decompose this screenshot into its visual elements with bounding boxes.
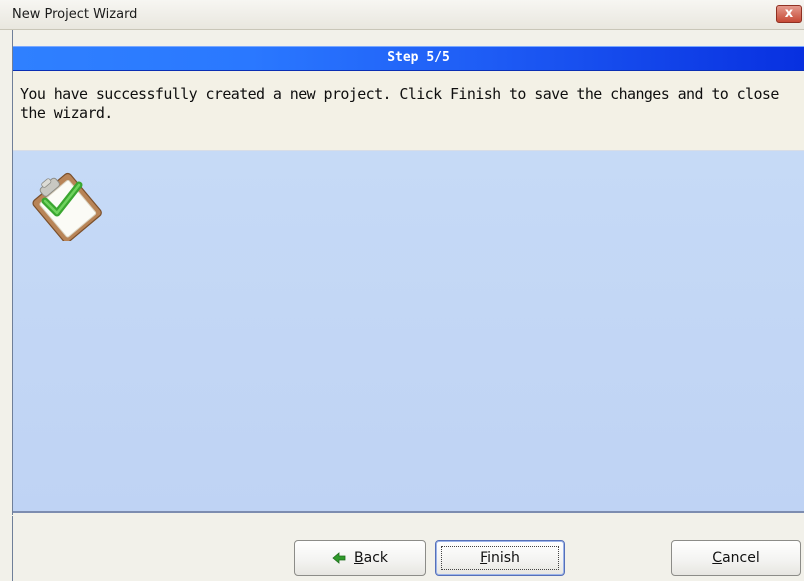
cancel-button[interactable]: Cancel — [671, 540, 801, 576]
back-label: Back — [354, 550, 388, 566]
wizard-window: New Project Wizard x Step 5/5 You have s… — [0, 0, 804, 581]
title-bar[interactable]: New Project Wizard x — [0, 0, 804, 30]
wizard-frame: Step 5/5 You have successfully created a… — [12, 30, 804, 515]
completion-message: You have successfully created a new proj… — [20, 85, 779, 122]
content-panel — [13, 151, 804, 513]
finish-button[interactable]: Finish — [435, 540, 565, 576]
close-button[interactable]: x — [776, 5, 802, 23]
step-indicator: Step 5/5 — [387, 50, 450, 65]
step-banner: Step 5/5 — [13, 46, 804, 71]
cancel-label: Cancel — [712, 550, 760, 566]
message-panel: You have successfully created a new proj… — [13, 71, 804, 151]
green-back-arrow-icon — [332, 552, 346, 564]
window-title: New Project Wizard — [12, 7, 138, 22]
close-icon: x — [784, 6, 794, 21]
clipboard-checkmark-icon — [27, 163, 105, 244]
button-bar: Back Finish Cancel — [12, 516, 804, 581]
back-button[interactable]: Back — [294, 540, 426, 576]
finish-label: Finish — [480, 550, 520, 566]
